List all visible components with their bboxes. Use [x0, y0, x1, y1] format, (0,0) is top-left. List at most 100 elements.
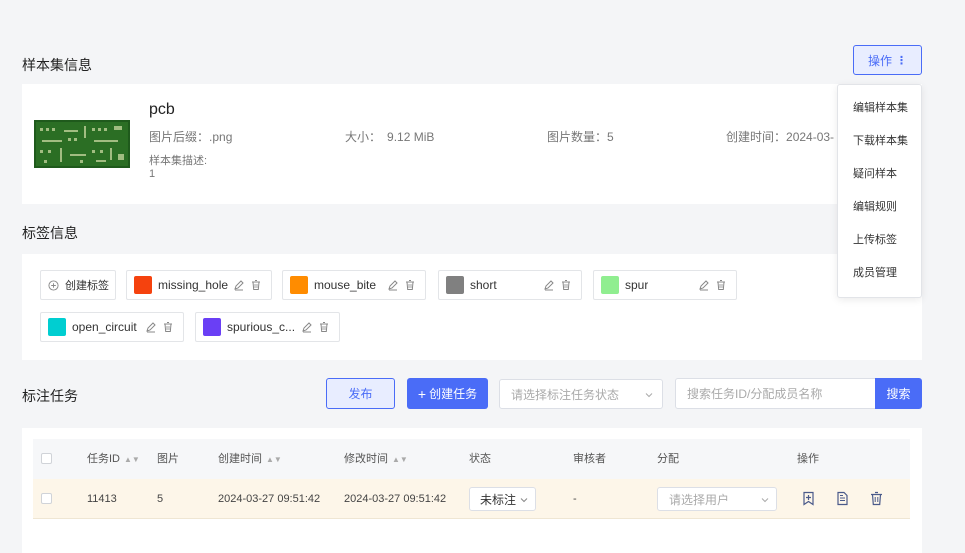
labels-section-title: 标签信息: [22, 225, 78, 241]
plus-icon: +: [417, 385, 427, 402]
document-icon[interactable]: [835, 491, 850, 506]
dataset-created: 创建时间：2024-03-: [726, 128, 834, 145]
label-name: short: [470, 278, 497, 292]
label-color-swatch: [446, 276, 464, 294]
dataset-thumbnail: [34, 120, 130, 168]
label-name: open_circuit: [72, 320, 137, 334]
task-modified: 2024-03-27 09:51:42: [344, 493, 447, 505]
label-tag: short: [438, 270, 582, 300]
delete-icon[interactable]: [715, 279, 727, 291]
sort-icon[interactable]: ▲▼: [266, 455, 282, 464]
column-header-actions: 操作: [797, 453, 819, 465]
publish-button[interactable]: 发布: [326, 378, 395, 409]
column-header-modified[interactable]: 修改时间 ▲▼: [344, 439, 408, 479]
label-color-swatch: [48, 318, 66, 336]
label-color-swatch: [203, 318, 221, 336]
label-tag: mouse_bite: [282, 270, 426, 300]
created-label: 创建时间：: [726, 130, 787, 144]
plus-circle-icon: [48, 279, 59, 291]
label-color-swatch: [601, 276, 619, 294]
size-value: 9.12 MiB: [387, 130, 435, 144]
count-label: 图片数量：: [547, 130, 608, 144]
operations-menu: 编辑样本集 下载样本集 疑问样本 编辑规则 上传标签 成员管理: [837, 84, 922, 298]
suffix-value: .png: [209, 130, 233, 144]
task-status-placeholder: 请选择标注任务状态: [511, 387, 620, 402]
column-header-status: 状态: [469, 453, 491, 465]
dataset-name: pcb: [149, 101, 175, 118]
dataset-size: 大小： 9.12 MiB: [345, 128, 434, 145]
select-all-checkbox[interactable]: [41, 453, 52, 464]
create-task-button[interactable]: + 创建任务: [407, 378, 488, 409]
menu-item-download-dataset[interactable]: 下载样本集: [838, 125, 921, 158]
assign-user-select[interactable]: 请选择用户: [657, 487, 777, 511]
column-header-assign: 分配: [657, 453, 679, 465]
annotate-icon[interactable]: [801, 491, 816, 506]
label-tag: missing_hole: [126, 270, 272, 300]
label-color-swatch: [134, 276, 152, 294]
operations-button-label: 操作: [867, 53, 892, 68]
dataset-suffix: 图片后缀：.png: [149, 128, 232, 145]
delete-icon[interactable]: [404, 279, 416, 291]
label-tag: spurious_c...: [195, 312, 340, 342]
edit-icon[interactable]: [387, 279, 399, 291]
menu-item-upload-labels[interactable]: 上传标签: [838, 224, 921, 257]
edit-icon[interactable]: [698, 279, 710, 291]
label-name: mouse_bite: [314, 278, 377, 292]
label-color-swatch: [290, 276, 308, 294]
edit-icon[interactable]: [233, 279, 245, 291]
task-search-input[interactable]: 搜索任务ID/分配成员名称: [675, 378, 876, 409]
create-label-text: 创建标签: [65, 280, 109, 292]
dataset-section-title: 样本集信息: [22, 57, 92, 73]
chevron-down-icon: [644, 389, 654, 403]
task-table-header: 任务ID ▲▼ 图片 创建时间 ▲▼ 修改时间 ▲▼ 状态 审核者 分配 操作: [33, 439, 910, 479]
tasks-section-title: 标注任务: [22, 388, 78, 404]
label-name: missing_hole: [158, 278, 229, 292]
label-tag: open_circuit: [40, 312, 184, 342]
operations-button[interactable]: 操作 ⋮: [853, 45, 922, 75]
delete-icon[interactable]: [162, 321, 174, 333]
menu-item-edit-rules[interactable]: 编辑规则: [838, 191, 921, 224]
task-search-placeholder: 搜索任务ID/分配成员名称: [687, 387, 823, 401]
assign-user-placeholder: 请选择用户: [669, 492, 730, 507]
edit-icon[interactable]: [543, 279, 555, 291]
task-status-select[interactable]: 请选择标注任务状态: [499, 379, 663, 409]
chevron-down-icon: [760, 494, 770, 508]
suffix-label: 图片后缀：: [149, 130, 210, 144]
label-tag: spur: [593, 270, 737, 300]
dataset-card: pcb 图片后缀：.png 大小： 9.12 MiB 图片数量：5 创建时间：20…: [22, 84, 922, 204]
label-name: spurious_c...: [227, 320, 296, 334]
publish-button-label: 发布: [348, 387, 373, 401]
more-vertical-icon: ⋮: [896, 54, 907, 67]
row-checkbox[interactable]: [41, 493, 52, 504]
created-value: 2024-03-: [786, 130, 835, 144]
dataset-description-label: 样本集描述:: [149, 155, 208, 167]
task-id: 11413: [87, 493, 117, 505]
menu-item-questioned-samples[interactable]: 疑问样本: [838, 158, 921, 191]
delete-icon[interactable]: [250, 279, 262, 291]
column-header-task-id[interactable]: 任务ID ▲▼: [87, 439, 140, 479]
edit-icon[interactable]: [301, 321, 313, 333]
tasks-card: 任务ID ▲▼ 图片 创建时间 ▲▼ 修改时间 ▲▼ 状态 审核者 分配 操作 114…: [22, 428, 922, 553]
status-value: 未标注: [480, 492, 517, 507]
delete-icon[interactable]: [318, 321, 330, 333]
status-select[interactable]: 未标注: [469, 487, 536, 511]
sort-icon[interactable]: ▲▼: [392, 455, 408, 464]
dataset-image-count: 图片数量：5: [547, 128, 614, 145]
task-created: 2024-03-27 09:51:42: [218, 493, 321, 505]
delete-icon[interactable]: [869, 491, 884, 506]
count-value: 5: [607, 130, 614, 144]
sort-icon[interactable]: ▲▼: [124, 455, 140, 464]
create-label-button[interactable]: 创建标签: [40, 270, 116, 300]
column-header-reviewer: 审核者: [573, 453, 606, 465]
label-name: spur: [625, 278, 649, 292]
task-reviewer: -: [573, 493, 577, 505]
column-header-created[interactable]: 创建时间 ▲▼: [218, 439, 282, 479]
menu-item-member-management[interactable]: 成员管理: [838, 257, 921, 290]
create-task-label: 创建任务: [429, 387, 478, 401]
task-images: 5: [157, 493, 164, 505]
menu-item-edit-dataset[interactable]: 编辑样本集: [838, 92, 921, 125]
column-header-images: 图片: [157, 453, 179, 465]
delete-icon[interactable]: [560, 279, 572, 291]
edit-icon[interactable]: [145, 321, 157, 333]
search-button[interactable]: 搜索: [875, 378, 922, 409]
